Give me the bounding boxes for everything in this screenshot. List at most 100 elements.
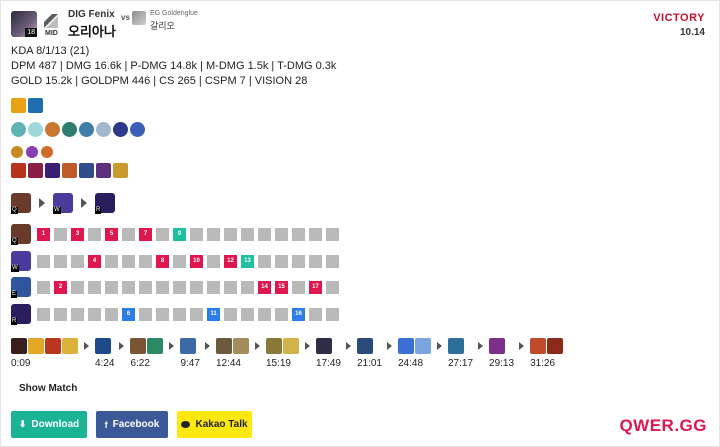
skill-level-cell [309, 227, 322, 241]
purchased-item-icon[interactable] [415, 338, 431, 354]
skill-level-cell: 15 [275, 280, 288, 294]
item-6-icon[interactable] [96, 163, 111, 178]
skill-level-cell [292, 280, 305, 294]
purchased-item-icon[interactable] [398, 338, 414, 354]
purchased-item-icon[interactable] [448, 338, 464, 354]
role-label: MID [45, 30, 58, 37]
skill-level-cell: 6 [122, 307, 135, 321]
skill-level-cell: 17 [309, 280, 322, 294]
timeline-group: 12:44 [215, 338, 250, 369]
skill-level-cell: 9 [173, 227, 186, 241]
purchased-item-icon[interactable] [62, 338, 78, 354]
timeline-time: 24:48 [398, 358, 424, 369]
timeline-time: 21:01 [356, 358, 382, 369]
skill-level-cell: 11 [207, 307, 220, 321]
timeline-time: 17:49 [315, 358, 341, 369]
skill-level-cell: 8 [156, 254, 169, 268]
purchased-item-icon[interactable] [28, 338, 44, 354]
skill-level-cell [88, 227, 101, 241]
skill-key-label: E [11, 291, 18, 298]
skill-level-cell [122, 227, 135, 241]
purchased-item-icon[interactable] [356, 338, 373, 354]
skill-level-cell [88, 307, 101, 321]
facebook-share-button[interactable]: f Facebook [96, 411, 168, 438]
skill-level-cell: 13 [241, 254, 254, 268]
purchased-item-icon[interactable] [315, 338, 332, 354]
skill-level-cell [190, 227, 203, 241]
champion-portrait: 18 [11, 11, 37, 37]
skill-w-icon: W [53, 193, 73, 214]
purchased-item-icon[interactable] [95, 338, 111, 354]
skill-level-cell [241, 280, 254, 294]
skill-level-cell [173, 254, 186, 268]
timeline-time: 4:24 [95, 358, 115, 369]
item-4-icon[interactable] [62, 163, 77, 178]
skill-level-cell [37, 307, 50, 321]
kakao-share-button[interactable]: Kakao Talk [177, 411, 252, 438]
skill-level-cell [105, 254, 118, 268]
timeline-items [215, 338, 250, 354]
purchased-item-icon[interactable] [530, 338, 547, 354]
facebook-label: Facebook [112, 419, 160, 430]
purchased-item-icon[interactable] [147, 338, 164, 354]
skill-level-cell [139, 307, 152, 321]
timeline-time: 15:19 [265, 358, 291, 369]
skill-level-cell [309, 307, 322, 321]
purchased-item-icon[interactable] [282, 338, 299, 354]
download-button[interactable]: ⬇ Download [11, 411, 87, 438]
timeline-items [180, 338, 199, 354]
purchased-item-icon[interactable] [180, 338, 197, 354]
runes-primary [11, 122, 147, 137]
shard-adaptive-icon [11, 146, 23, 158]
kda-line: KDA 8/1/13 (21) [11, 45, 90, 57]
purchased-item-icon[interactable] [547, 338, 564, 354]
item-3-icon[interactable] [45, 163, 60, 178]
arrow-right-icon [478, 342, 484, 350]
timeline-group: 9:47 [180, 338, 200, 369]
skill-level-cell [258, 254, 271, 268]
skill-level-cell [241, 227, 254, 241]
purchased-item-icon[interactable] [489, 338, 506, 354]
timeline-time: 9:47 [180, 358, 200, 369]
item-2-icon[interactable] [28, 163, 43, 178]
timeline-time: 27:17 [448, 358, 474, 369]
facebook-icon: f [104, 419, 108, 430]
rune-6-icon [96, 122, 111, 137]
skill-level-cell [241, 307, 254, 321]
purchased-item-icon[interactable] [215, 338, 232, 354]
skill-row-w: W 4 8 10 12 13 [11, 251, 343, 272]
item-7-icon[interactable] [113, 163, 128, 178]
opponent-player-name[interactable]: EG Goldenglue [150, 10, 198, 17]
purchased-item-icon[interactable] [232, 338, 249, 354]
match-card: 18 MID DIG Fenix 오리아나 vs EG Goldenglue 갈… [0, 0, 720, 447]
skill-level-cell [139, 254, 152, 268]
purchased-item-icon[interactable] [130, 338, 147, 354]
skill-level-cell [88, 280, 101, 294]
purchased-item-icon[interactable] [265, 338, 282, 354]
rune-shards [11, 146, 56, 158]
timeline-items [11, 338, 79, 354]
timeline-items [398, 338, 432, 354]
skill-level-cell [122, 254, 135, 268]
rune-4-icon [62, 122, 77, 137]
purchased-item-icon[interactable] [45, 338, 61, 354]
purchased-item-icon[interactable] [11, 338, 27, 354]
arrow-right-icon [304, 342, 310, 350]
skill-row-r: R 6 11 16 [11, 304, 343, 325]
gold-line: GOLD 15.2k | GOLDPM 446 | CS 265 | CSPM … [11, 75, 308, 87]
skill-level-cell [156, 227, 169, 241]
skill-q-icon: Q [11, 224, 31, 245]
timeline-group: 31:26 [530, 338, 564, 369]
arrow-right-icon [119, 342, 125, 350]
show-match-button[interactable]: Show Match [11, 379, 85, 398]
timeline-items [448, 338, 473, 354]
skill-level-cell [190, 280, 203, 294]
skill-level-cell [292, 227, 305, 241]
download-icon: ⬇ [18, 419, 27, 429]
skill-row-q: Q 1 3 5 7 9 [11, 224, 343, 245]
arrow-right-icon [204, 342, 210, 350]
item-5-icon[interactable] [79, 163, 94, 178]
skill-level-cell [156, 280, 169, 294]
player-name[interactable]: DIG Fenix [68, 9, 115, 20]
item-1-icon[interactable] [11, 163, 26, 178]
